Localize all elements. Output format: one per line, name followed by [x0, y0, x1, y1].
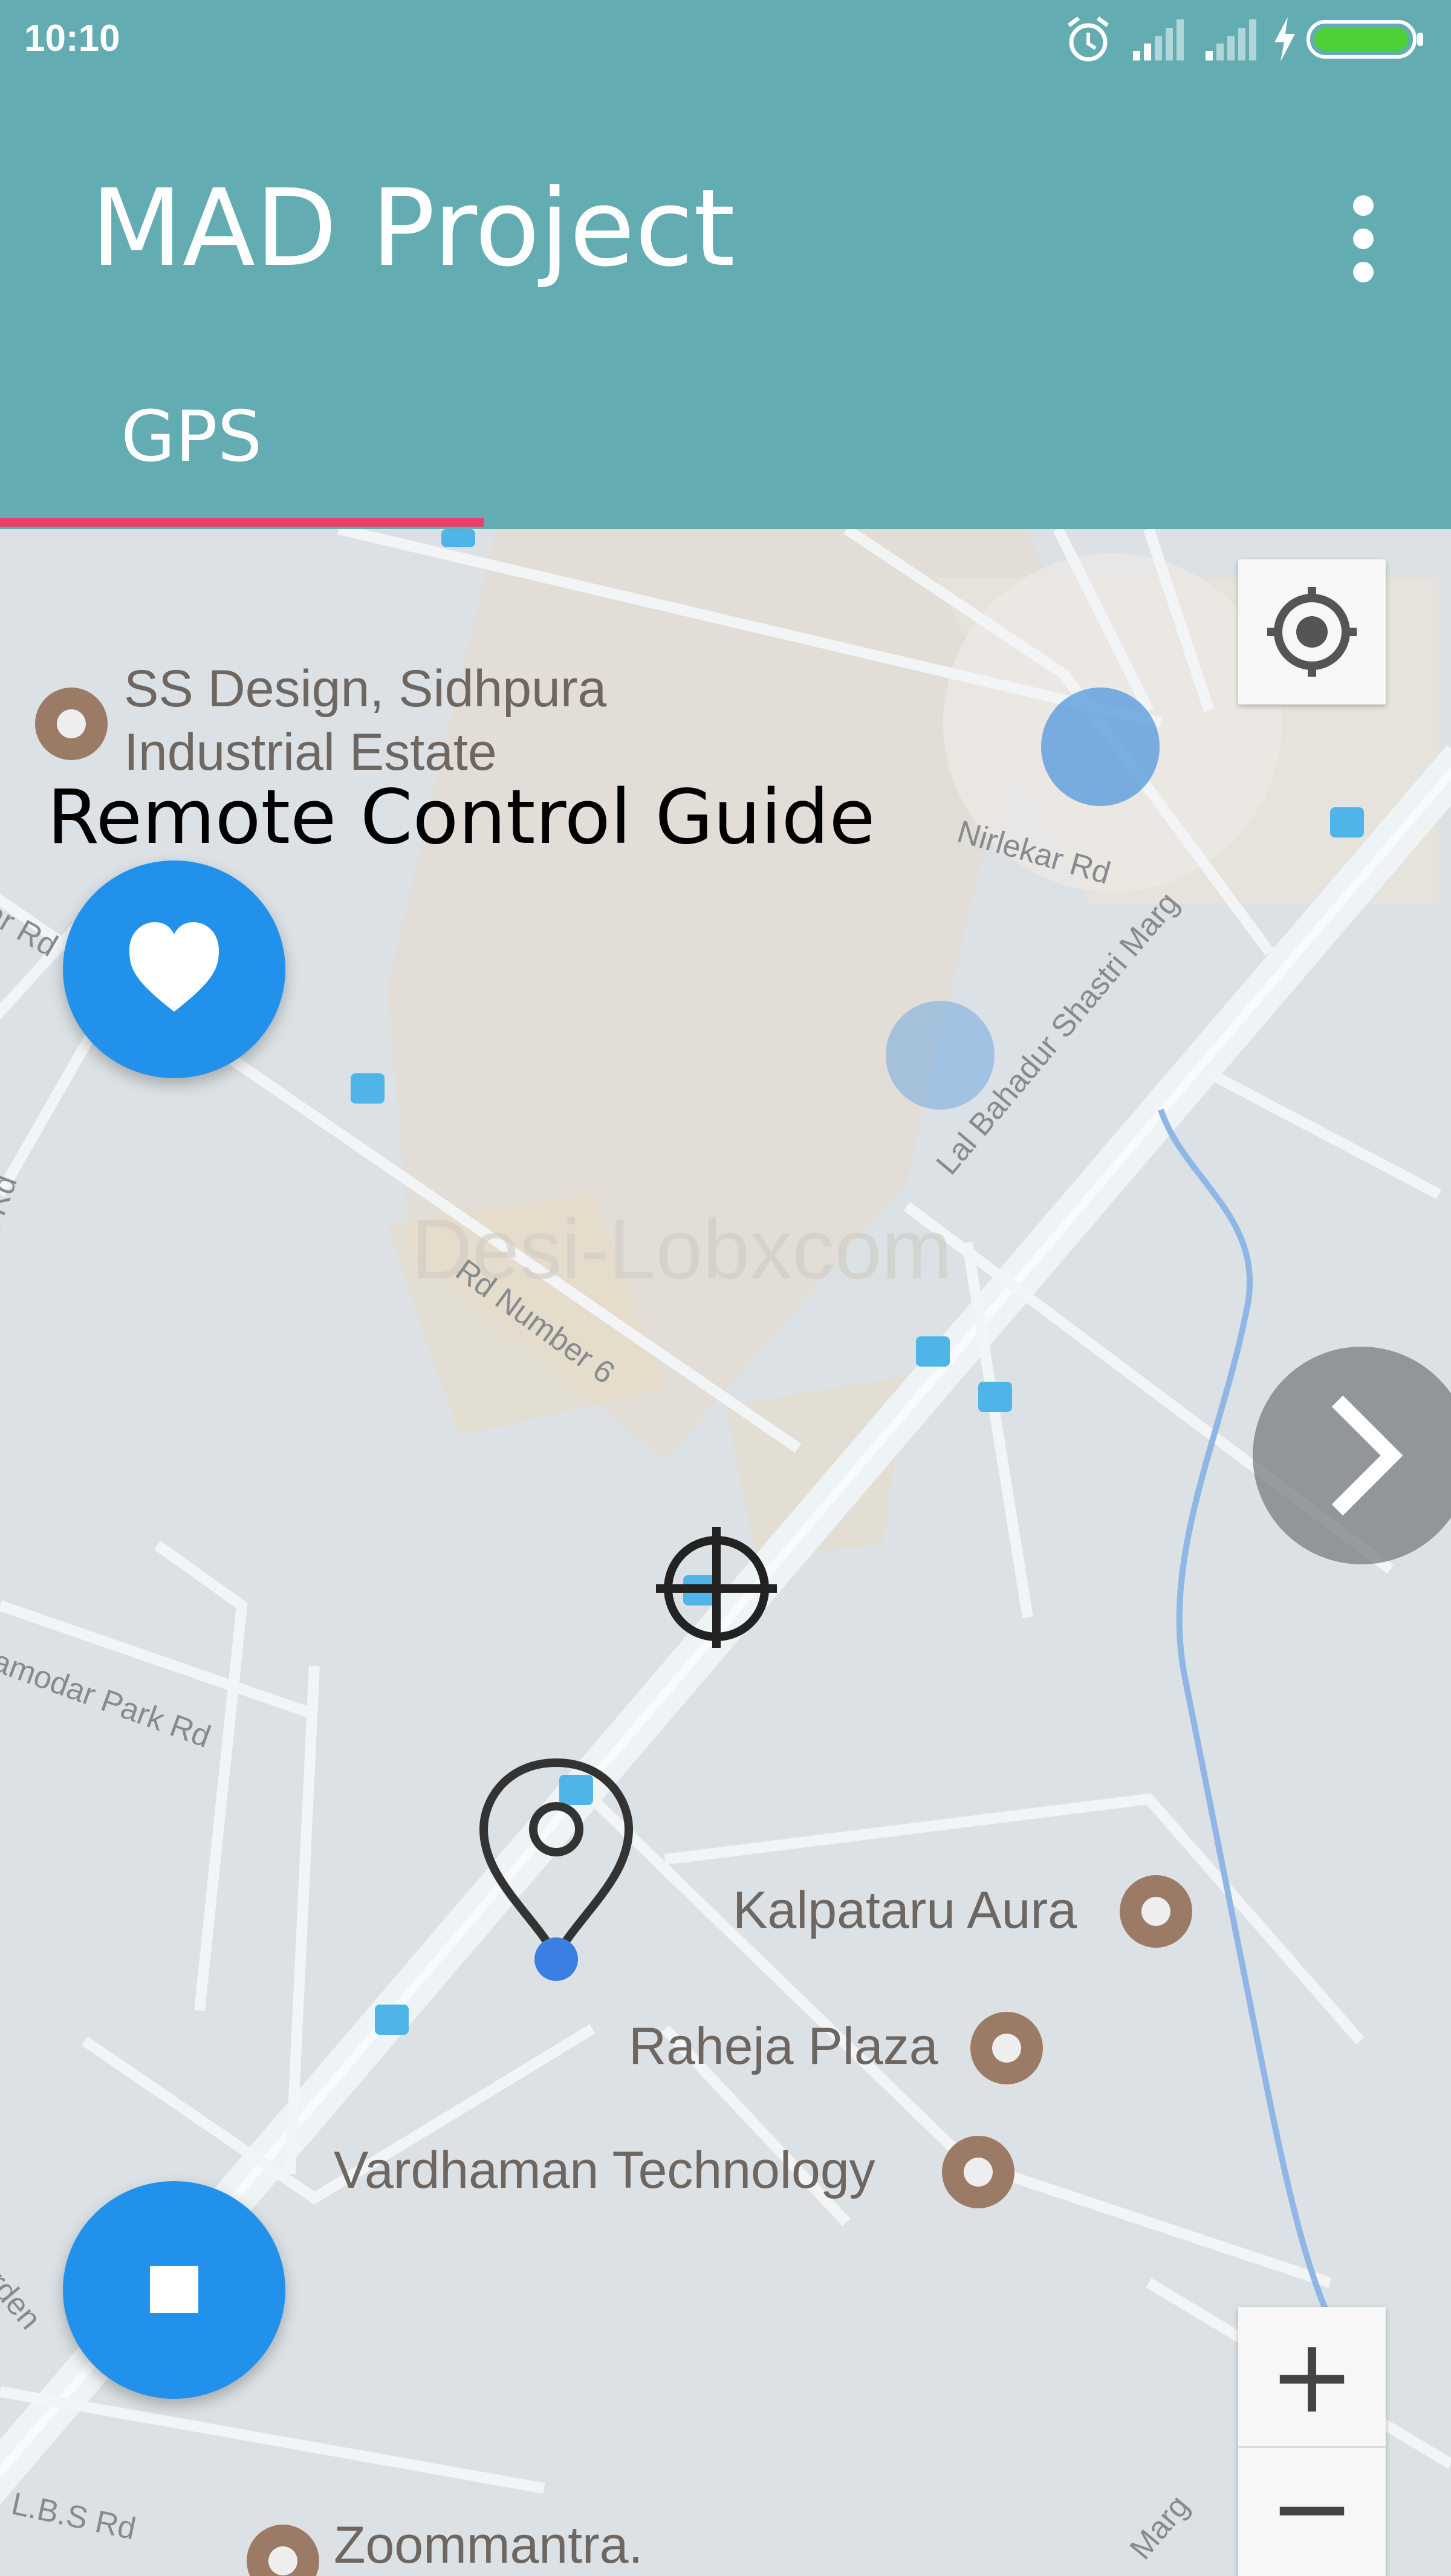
map-blue-area: [886, 1001, 995, 1110]
stop-icon: [150, 2266, 198, 2313]
stop-fab[interactable]: [63, 2181, 285, 2399]
alarm-icon: [1067, 16, 1109, 62]
charging-icon: [1274, 17, 1295, 62]
status-bar: 10:10: [0, 0, 1451, 79]
more-vert-icon: [1353, 195, 1374, 282]
app-bar: MAD Project GPS: [0, 79, 1451, 529]
zoom-out-button[interactable]: −: [1238, 2448, 1386, 2576]
tab-gps[interactable]: GPS: [0, 378, 484, 529]
tab-gps-label: GPS: [121, 396, 262, 478]
map-river: [1158, 1108, 1345, 2345]
zoom-out-label: −: [1268, 2448, 1355, 2568]
signal-icon: [1206, 19, 1256, 60]
battery-icon: [1307, 20, 1423, 59]
app-title: MAD Project: [91, 166, 735, 290]
overflow-menu-button[interactable]: [1330, 187, 1397, 290]
my-location-button[interactable]: [1238, 559, 1386, 704]
zoom-in-button[interactable]: +: [1238, 2307, 1386, 2448]
place-label-raheja-plaza: Raheja Plaza: [629, 2017, 938, 2075]
map-view[interactable]: Desi-Lobxcom SS Design, Sidhpura Industr…: [0, 529, 1451, 2576]
chevron-right-icon: [1331, 1395, 1403, 1516]
place-label-ss-design: SS Design, Sidhpura: [124, 660, 607, 718]
next-button[interactable]: [1253, 1347, 1451, 1564]
place-label-vardhaman-technology: Vardhaman Technology: [334, 2141, 875, 2199]
my-location-icon: [1267, 587, 1357, 677]
heart-icon: [129, 922, 219, 1012]
overlay-title: Remote Control Guide: [47, 774, 875, 861]
signal-icon: [1133, 19, 1184, 60]
place-label-zoommantra: Zoommantra.: [334, 2516, 643, 2574]
zoom-in-label: +: [1268, 2317, 1355, 2436]
tab-indicator: [0, 518, 484, 527]
favorite-fab[interactable]: [63, 860, 285, 1078]
status-time: 10:10: [24, 18, 120, 59]
zoom-controls: + −: [1238, 2307, 1386, 2576]
place-label-kalpataru-aura: Kalpataru Aura: [733, 1881, 1077, 1939]
map-blue-area: [1041, 688, 1160, 806]
